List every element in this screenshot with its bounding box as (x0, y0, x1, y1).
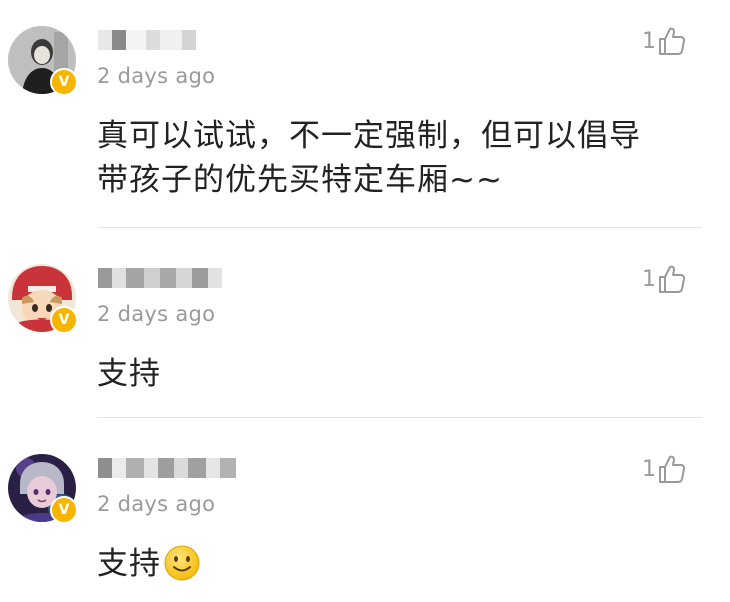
like-button[interactable]: 1 (642, 454, 686, 484)
smile-emoji-icon (164, 545, 200, 580)
avatar[interactable]: V (8, 454, 78, 524)
comment-item: V 2 days ago 1 支持 (0, 0, 730, 602)
username-blurred[interactable] (98, 458, 236, 478)
comment-text: 支持 (97, 542, 697, 586)
comment-text-value: 支持 (97, 546, 161, 582)
thumbs-up-icon (659, 455, 686, 483)
like-count: 1 (642, 456, 656, 482)
verified-badge-icon: V (50, 496, 78, 524)
comment-timestamp: 2 days ago (97, 492, 216, 516)
